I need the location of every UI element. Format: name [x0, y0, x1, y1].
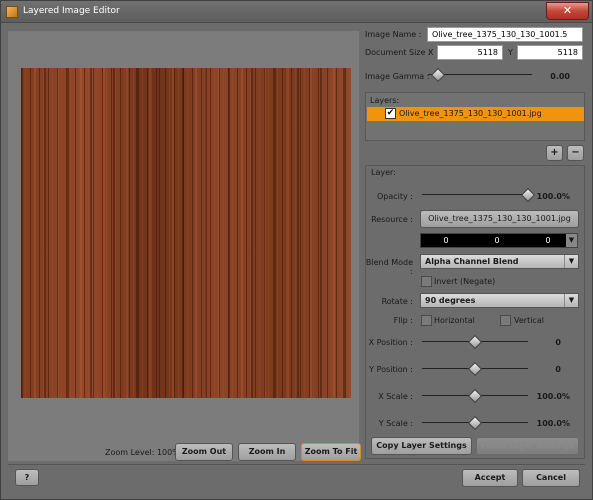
x-scale-value: 100.0% — [536, 392, 570, 401]
y-position-label: Y Position : — [369, 365, 413, 374]
image-name-label: Image Name : — [365, 30, 422, 39]
close-icon: ✕ — [562, 4, 573, 17]
doc-y-label: Y — [508, 48, 513, 57]
x-position-label: X Position : — [368, 338, 413, 347]
doc-height-field[interactable]: 5118 — [517, 45, 583, 60]
rotate-value: 90 degrees — [425, 296, 476, 305]
window-title: Layered Image Editor — [23, 6, 120, 16]
cancel-button[interactable]: Cancel — [522, 469, 580, 487]
rotate-label: Rotate : — [381, 297, 413, 306]
layers-panel: Layers: ✔ Olive_tree_1375_130_130_1001.j… — [365, 92, 585, 141]
app-icon — [6, 6, 18, 18]
document-size-label: Document Size : — [365, 48, 431, 57]
y-scale-value: 100.0% — [536, 419, 570, 428]
slider-track — [422, 194, 528, 195]
opacity-value: 100.0% — [536, 192, 570, 201]
copy-layer-settings-button[interactable]: Copy Layer Settings — [371, 437, 472, 455]
image-name-field[interactable]: Olive_tree_1375_130_130_1001.5 — [427, 27, 583, 42]
y-position-value: 0 — [555, 365, 561, 374]
flip-label: Flip : — [393, 316, 413, 325]
invert-label: Invert (Negate) — [434, 277, 496, 286]
resource-button[interactable]: Olive_tree_1375_130_130_1001.jpg — [420, 210, 579, 228]
y-scale-slider[interactable] — [422, 415, 528, 431]
color-dropdown-icon[interactable]: ▼ — [566, 234, 577, 247]
doc-x-label: X — [428, 48, 434, 57]
slider-knob[interactable] — [467, 334, 483, 350]
blend-mode-label: Blend Mode : — [365, 258, 413, 276]
slider-knob[interactable] — [467, 415, 483, 431]
zoom-out-button[interactable]: Zoom Out — [175, 443, 233, 461]
layer-visibility-checkbox[interactable]: ✔ — [385, 108, 396, 119]
slider-knob[interactable] — [467, 388, 483, 404]
zoom-in-button[interactable]: Zoom In — [238, 443, 296, 461]
flip-horizontal-label: Horizontal — [434, 316, 475, 325]
accept-button[interactable]: Accept — [462, 469, 518, 487]
chevron-down-icon: ▼ — [564, 255, 578, 268]
image-gamma-value: 0.00 — [550, 72, 570, 81]
invert-checkbox[interactable] — [421, 276, 432, 287]
slider-knob[interactable] — [431, 67, 446, 83]
y-scale-label: Y Scale : — [378, 419, 413, 428]
zoom-to-fit-button[interactable]: Zoom To Fit — [301, 443, 361, 461]
layer-list-item[interactable]: ✔ Olive_tree_1375_130_130_1001.jpg — [367, 107, 584, 121]
layer-item-name: Olive_tree_1375_130_130_1001.jpg — [399, 109, 542, 118]
help-icon: ? — [24, 473, 30, 482]
rotate-select[interactable]: 90 degrees ▼ — [420, 293, 579, 308]
x-scale-slider[interactable] — [422, 388, 528, 404]
color-red-value[interactable]: 0 — [421, 236, 471, 245]
paste-layer-settings-button[interactable]: Paste Layer Settings — [476, 437, 579, 455]
x-position-value: 0 — [555, 338, 561, 347]
remove-layer-button[interactable]: − — [567, 145, 584, 161]
y-position-slider[interactable] — [422, 361, 528, 377]
layer-header: Layer: — [371, 168, 396, 177]
zoom-level-label: Zoom Level: 100% — [105, 448, 180, 457]
x-scale-label: X Scale : — [378, 392, 413, 401]
add-layer-button[interactable]: + — [546, 145, 563, 161]
x-position-slider[interactable] — [422, 334, 528, 350]
slider-knob[interactable] — [467, 361, 483, 377]
opacity-label: Opacity : — [376, 192, 413, 201]
color-value-fields[interactable]: 0 0 0 ▼ — [420, 233, 578, 248]
chevron-down-icon: ▼ — [564, 294, 578, 307]
footer-divider — [8, 464, 585, 465]
opacity-slider[interactable] — [422, 187, 536, 203]
title-bar[interactable]: Layered Image Editor ✕ — [1, 1, 592, 23]
texture-preview-image — [21, 68, 351, 398]
image-gamma-slider[interactable] — [428, 67, 532, 83]
close-button[interactable]: ✕ — [546, 2, 589, 20]
help-button[interactable]: ? — [15, 469, 39, 486]
blend-mode-select[interactable]: Alpha Channel Blend ▼ — [420, 254, 579, 269]
doc-width-field[interactable]: 5118 — [437, 45, 503, 60]
color-green-value[interactable]: 0 — [471, 236, 523, 245]
resource-label: Resource : — [371, 215, 413, 224]
layered-image-editor-window: Layered Image Editor ✕ Image Name : Oliv… — [0, 0, 593, 500]
blend-mode-value: Alpha Channel Blend — [425, 257, 519, 266]
flip-horizontal-checkbox[interactable] — [421, 315, 432, 326]
flip-vertical-checkbox[interactable] — [500, 315, 511, 326]
flip-vertical-label: Vertical — [514, 316, 544, 325]
image-gamma-label: Image Gamma : — [365, 72, 430, 81]
layers-header: Layers: — [370, 96, 400, 105]
